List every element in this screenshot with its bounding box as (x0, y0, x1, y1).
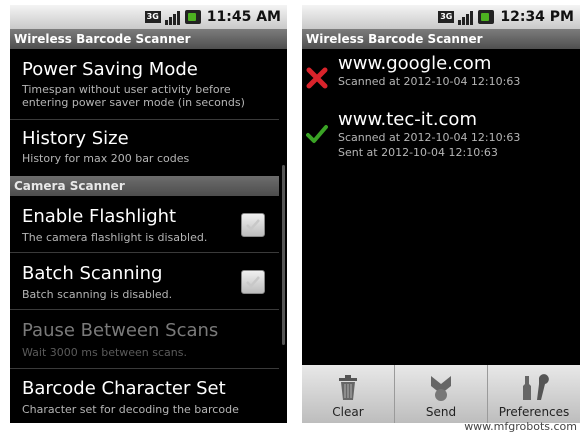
check-icon (306, 125, 328, 143)
history-scanned: Scanned at 2012-10-04 12:10:63 (338, 131, 521, 144)
pref-title: History Size (22, 128, 129, 149)
signal-icon (164, 9, 181, 25)
history-url: www.google.com (338, 53, 492, 74)
category-camera-scanner: Camera Scanner (10, 176, 279, 196)
pref-title: Barcode Character Set (22, 378, 226, 399)
app-title: Wireless Barcode Scanner (10, 29, 287, 49)
pref-summary: History for max 200 bar codes (22, 152, 190, 165)
history-url: www.tec-it.com (338, 109, 477, 130)
pref-enable-flashlight[interactable]: Enable Flashlight The camera flashlight … (10, 196, 279, 252)
history-item[interactable]: www.tec-it.com Scanned at 2012-10-04 12:… (302, 107, 580, 167)
status-time: 11:45 AM (206, 9, 281, 25)
history-scanned: Scanned at 2012-10-04 12:10:63 (338, 75, 521, 88)
battery-icon (184, 10, 201, 24)
checkmark-icon (246, 219, 260, 231)
pref-title: Pause Between Scans (22, 320, 219, 341)
pref-power-saving-mode[interactable]: Power Saving Mode Timespan without user … (10, 51, 279, 119)
watermark: www.mfgrobots.com (464, 420, 577, 433)
scrollbar[interactable] (282, 165, 285, 345)
pref-batch-scanning[interactable]: Batch Scanning Batch scanning is disable… (10, 253, 279, 309)
pref-summary: Batch scanning is disabled. (22, 288, 173, 301)
status-bar: 3G 11:45 AM (10, 5, 287, 29)
pref-pause-between-scans: Pause Between Scans Wait 3000 ms between… (10, 310, 279, 368)
pref-title: Power Saving Mode (22, 59, 198, 80)
right-screen: 3G 12:34 PM Wireless Barcode Scanner www… (302, 5, 580, 423)
clear-button[interactable]: Clear (302, 365, 395, 423)
clear-label: Clear (332, 405, 364, 419)
batch-scanning-checkbox[interactable] (241, 270, 265, 294)
send-button[interactable]: Send (395, 365, 488, 423)
pref-barcode-character-set[interactable]: Barcode Character Set Character set for … (10, 369, 279, 423)
network-3g-icon: 3G (144, 11, 161, 23)
preferences-button[interactable]: Preferences (488, 365, 580, 423)
left-screen: 3G 11:45 AM Wireless Barcode Scanner Pow… (10, 5, 287, 423)
history-sent: Sent at 2012-10-04 12:10:63 (338, 146, 498, 159)
pref-title: Enable Flashlight (22, 206, 177, 227)
status-bar: 3G 12:34 PM (302, 5, 580, 29)
send-label: Send (425, 405, 457, 419)
bottom-toolbar: Clear Send Preferences (302, 365, 580, 423)
checkmark-icon (246, 276, 260, 288)
pref-history-size[interactable]: History Size History for max 200 bar cod… (10, 120, 279, 176)
preferences-label: Preferences (498, 405, 570, 419)
tools-icon (523, 374, 549, 400)
history-item[interactable]: www.google.com Scanned at 2012-10-04 12:… (302, 51, 580, 101)
pref-summary: Timespan without user activity before en… (22, 83, 245, 109)
pref-title: Batch Scanning (22, 263, 163, 284)
signal-icon (458, 9, 474, 25)
send-icon (431, 376, 451, 401)
flashlight-checkbox[interactable] (241, 213, 265, 237)
battery-icon (478, 10, 495, 24)
pref-summary: Wait 3000 ms between scans. (22, 346, 187, 359)
pref-summary: The camera flashlight is disabled. (22, 231, 208, 244)
trash-icon (339, 375, 357, 400)
status-time: 12:34 PM (500, 9, 574, 25)
x-icon (306, 67, 328, 89)
app-title: Wireless Barcode Scanner (302, 29, 580, 49)
network-3g-icon: 3G (438, 11, 455, 23)
pref-summary: Character set for decoding the barcode (22, 403, 239, 416)
